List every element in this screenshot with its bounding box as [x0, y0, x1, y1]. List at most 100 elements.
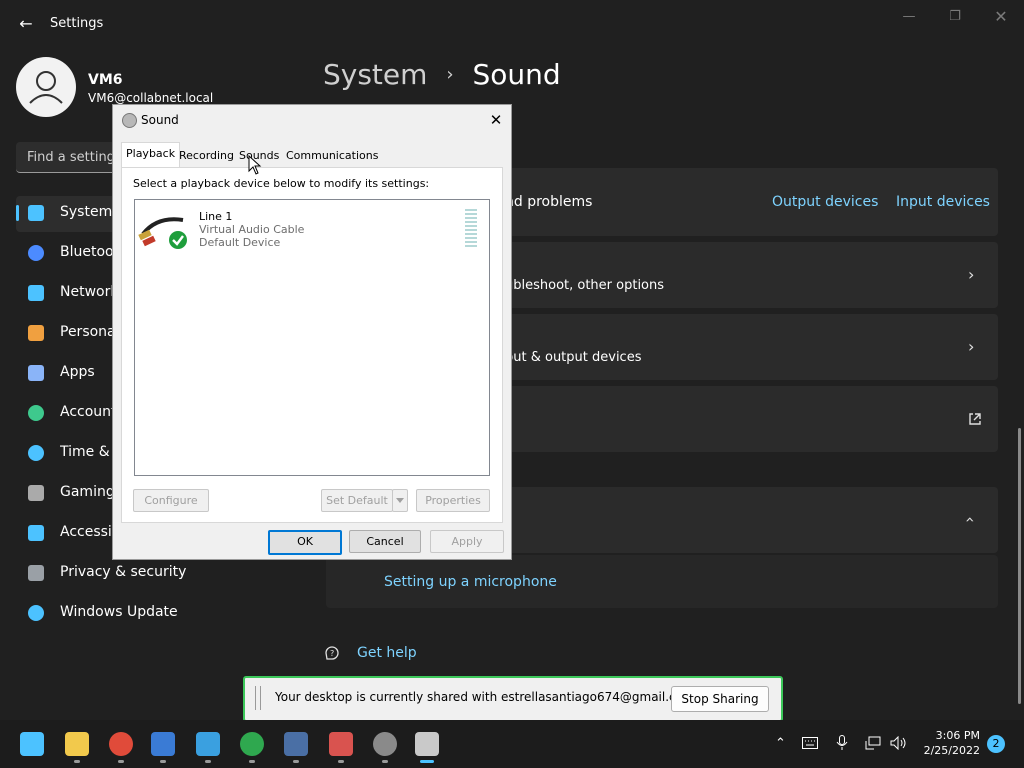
get-help-link[interactable]: Get help	[357, 645, 417, 661]
svg-text:?: ?	[330, 649, 334, 658]
device-description: Virtual Audio Cable	[199, 223, 305, 236]
sound-dialog: Sound ✕ Playback Recording Sounds Commun…	[112, 104, 512, 560]
running-indicator	[382, 760, 388, 763]
nav-active-indicator	[16, 205, 19, 221]
clock-icon	[28, 445, 44, 461]
sidebar-item-network-internet[interactable]: Network & internet	[60, 284, 112, 300]
page-title: System › Sound	[323, 58, 561, 91]
clock-date: 2/25/2022	[923, 744, 980, 757]
running-indicator	[118, 760, 124, 763]
troubleshoot-text: nd problems	[505, 194, 593, 210]
sidebar-item-accounts[interactable]: Accounts	[60, 404, 112, 420]
sidebar-item-gaming[interactable]: Gaming	[60, 484, 112, 500]
avatar[interactable]	[16, 57, 76, 117]
accessibility-icon	[28, 525, 44, 541]
sidebar-item-windows-update[interactable]: Windows Update	[60, 604, 280, 620]
chrome-icon[interactable]	[109, 732, 133, 756]
sidebar-item-personalization[interactable]: Personalization	[60, 324, 112, 340]
output-devices-link[interactable]: Output devices	[772, 194, 878, 210]
all-devices-subtext: ubleshoot, other options	[505, 278, 665, 293]
bluetooth-icon	[28, 245, 44, 261]
breadcrumb-parent[interactable]: System	[323, 58, 427, 91]
chrome-profile-icon[interactable]	[240, 732, 264, 756]
tab-communications[interactable]: Communications	[282, 145, 382, 167]
ok-button[interactable]: OK	[268, 530, 342, 555]
properties-button[interactable]: Properties	[416, 489, 490, 512]
sidebar-item-accessibility[interactable]: Accessibility	[60, 524, 112, 540]
notification-badge[interactable]: 2	[987, 735, 1005, 753]
settings-icon[interactable]	[373, 732, 397, 756]
sidebar-item-time-language[interactable]: Time & language	[60, 444, 112, 460]
chevron-right-icon: ›	[968, 337, 975, 356]
user-name: VM6	[88, 72, 123, 88]
open-external-icon	[969, 413, 981, 425]
close-icon[interactable]: ✕	[986, 8, 1016, 26]
configure-button[interactable]: Configure	[133, 489, 209, 512]
sidebar-item-privacy-security[interactable]: Privacy & security	[60, 564, 280, 580]
gamepad-icon	[28, 485, 44, 501]
device-name: Line 1	[199, 210, 233, 223]
speaker-icon	[122, 113, 137, 128]
running-indicator	[420, 760, 434, 763]
edge-icon[interactable]	[196, 732, 220, 756]
microphone-icon[interactable]	[836, 735, 848, 751]
snip-icon[interactable]	[284, 732, 308, 756]
running-indicator	[160, 760, 166, 763]
chevron-right-icon: ›	[968, 265, 975, 284]
wifi-icon	[28, 285, 44, 301]
stop-sharing-button[interactable]: Stop Sharing	[671, 686, 769, 712]
update-icon	[28, 605, 44, 621]
virtualbox-icon[interactable]	[151, 732, 175, 756]
sidebar-item-bluetooth-devices[interactable]: Bluetooth & devices	[60, 244, 112, 260]
clock[interactable]: 3:06 PM 2/25/2022	[920, 729, 980, 757]
brush-icon	[28, 325, 44, 341]
keyboard-icon[interactable]	[802, 737, 818, 749]
drag-handle[interactable]	[255, 686, 261, 710]
running-indicator	[205, 760, 211, 763]
maximize-icon[interactable]: ❐	[940, 8, 970, 26]
running-indicator	[338, 760, 344, 763]
user-email: VM6@collabnet.local	[88, 91, 214, 105]
person-icon	[28, 405, 44, 421]
device-status: Default Device	[199, 236, 281, 249]
paint-icon[interactable]	[329, 732, 353, 756]
apply-button[interactable]: Apply	[430, 530, 504, 553]
volume-icon[interactable]	[890, 736, 908, 750]
running-indicator	[293, 760, 299, 763]
scrollbar[interactable]	[1018, 428, 1021, 704]
tab-playback[interactable]: Playback	[121, 142, 181, 169]
input-devices-link[interactable]: Input devices	[896, 194, 990, 210]
level-meter	[465, 209, 477, 247]
chevron-up-icon[interactable]: ›	[960, 516, 979, 522]
back-arrow-icon[interactable]: ←	[16, 14, 36, 34]
set-default-dropdown[interactable]	[392, 489, 408, 512]
dropdown-arrow-icon	[396, 498, 404, 503]
breadcrumb-separator: ›	[446, 64, 454, 85]
shield-icon	[28, 565, 44, 581]
running-indicator	[74, 760, 80, 763]
apps-icon	[28, 365, 44, 381]
chevron-up-icon[interactable]: ⌃	[775, 736, 786, 751]
volume-mixer-subtext: put & output devices	[505, 350, 642, 365]
instruction-text: Select a playback device below to modify…	[133, 177, 430, 190]
sound-app-icon[interactable]	[415, 732, 439, 756]
audio-cable-icon	[138, 217, 187, 249]
tab-recording[interactable]: Recording	[175, 145, 238, 167]
dialog-title: Sound	[141, 113, 179, 127]
person-icon	[29, 71, 63, 104]
window-title: Settings	[50, 16, 104, 31]
set-default-button[interactable]: Set Default	[321, 489, 393, 512]
screen-share-bar: Your desktop is currently shared with es…	[243, 676, 783, 722]
start-icon[interactable]	[20, 732, 44, 756]
clock-time: 3:06 PM	[935, 729, 980, 742]
cancel-button[interactable]: Cancel	[349, 530, 421, 553]
help-icon: ?	[325, 646, 339, 660]
setting-up-microphone-link[interactable]: Setting up a microphone	[384, 574, 557, 590]
file-explorer-icon[interactable]	[65, 732, 89, 756]
mouse-cursor-icon	[248, 155, 262, 175]
share-message: Your desktop is currently shared with es…	[275, 690, 695, 704]
minimize-icon[interactable]: —	[894, 8, 924, 26]
monitor-icon	[28, 205, 44, 221]
network-icon[interactable]	[865, 736, 881, 750]
dialog-close-icon[interactable]: ✕	[485, 109, 507, 131]
